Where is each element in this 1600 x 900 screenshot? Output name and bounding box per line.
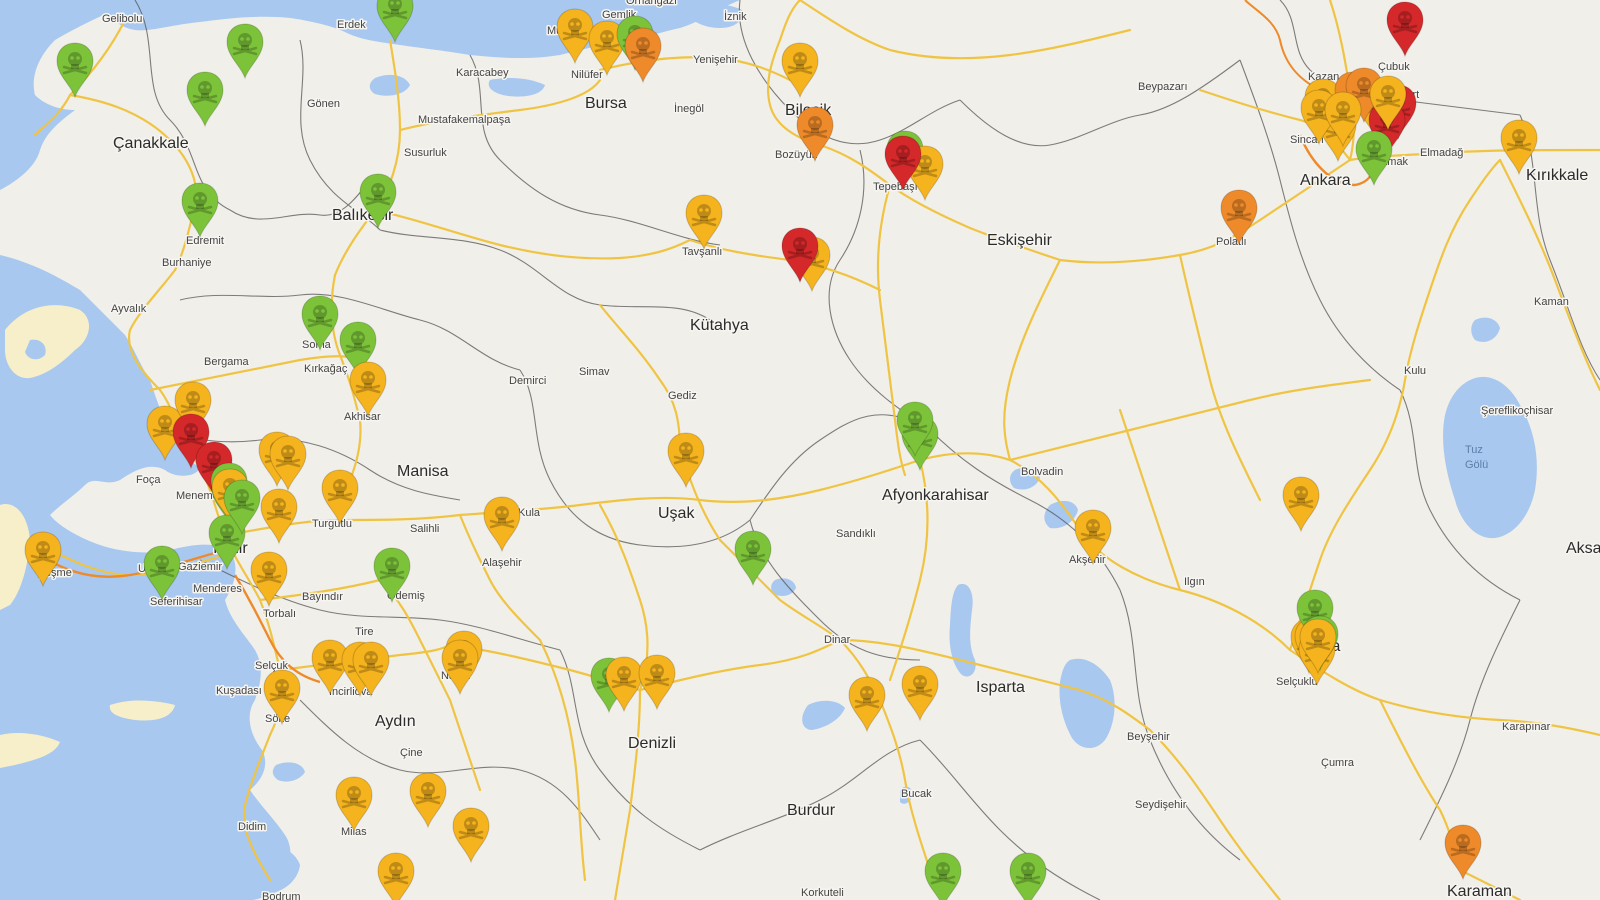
place-label: Sandıklı bbox=[836, 528, 876, 540]
place-label: Kuşadası bbox=[216, 685, 262, 697]
place-label: Tepebaşı bbox=[873, 181, 918, 193]
place-label: Mustafakemalpaşa bbox=[418, 114, 511, 126]
place-label: Burhaniye bbox=[162, 257, 212, 269]
map-canvas[interactable]: GeliboluErdekMudanyaGemlikOrhangaziİznik… bbox=[0, 0, 1600, 900]
place-label: Kaman bbox=[1534, 296, 1569, 308]
place-label: Uşak bbox=[658, 505, 695, 522]
place-label: Gölü bbox=[1465, 459, 1488, 471]
place-label: Dinar bbox=[824, 634, 851, 646]
place-label: Burdur bbox=[787, 802, 836, 819]
place-label: Şereflikoçhisar bbox=[1481, 405, 1553, 417]
place-label: Kulu bbox=[1404, 365, 1426, 377]
place-label: Torbalı bbox=[263, 608, 296, 620]
place-label: Foça bbox=[136, 474, 161, 486]
place-label: Erdek bbox=[337, 19, 366, 31]
place-label: Kırkağaç bbox=[304, 363, 348, 375]
place-label: Turgutlu bbox=[312, 518, 352, 530]
place-label: Karacabey bbox=[456, 67, 509, 79]
place-label: İznik bbox=[724, 10, 747, 23]
place-label: Yenişehir bbox=[693, 54, 738, 66]
place-label: Denizli bbox=[628, 735, 676, 752]
place-label: Salihli bbox=[410, 523, 439, 535]
place-label: Korkuteli bbox=[801, 887, 844, 899]
place-label: Selçuklu bbox=[1276, 676, 1318, 688]
place-label: Bursa bbox=[585, 95, 627, 112]
place-label: Didim bbox=[238, 821, 266, 833]
place-label: Simav bbox=[579, 366, 610, 378]
place-label: Menderes bbox=[193, 583, 242, 595]
place-label: Bayındır bbox=[302, 591, 343, 603]
place-label: Bergama bbox=[204, 356, 250, 368]
place-label: Beypazarı bbox=[1138, 81, 1188, 93]
place-label: Elmadağ bbox=[1420, 147, 1463, 159]
place-label: Afyonkarahisar bbox=[882, 487, 989, 504]
place-label: Kütahya bbox=[690, 317, 749, 334]
place-label: Manisa bbox=[397, 463, 449, 480]
place-label: Akşehir bbox=[1069, 554, 1106, 566]
place-label: Çumra bbox=[1321, 757, 1355, 769]
place-label: Seferihisar bbox=[150, 596, 203, 608]
place-label: Gediz bbox=[668, 390, 697, 402]
place-label: Aksaray bbox=[1566, 540, 1600, 557]
place-label: Çine bbox=[400, 747, 423, 759]
place-label: Eskişehir bbox=[987, 232, 1053, 249]
place-label: Aydın bbox=[375, 713, 416, 730]
place-label: Alaşehir bbox=[482, 557, 522, 569]
place-label: Ayvalık bbox=[111, 303, 147, 315]
place-label: İnegöl bbox=[674, 102, 704, 115]
place-label: Bolvadin bbox=[1021, 466, 1063, 478]
place-label: Ankara bbox=[1300, 172, 1351, 189]
place-label: Gaziemir bbox=[178, 561, 222, 573]
place-label: Orhangazi bbox=[626, 0, 677, 7]
place-label: Isparta bbox=[976, 679, 1025, 696]
place-label: Ilgın bbox=[1184, 576, 1205, 588]
place-label: Tuz bbox=[1465, 444, 1483, 456]
place-label: Bucak bbox=[901, 788, 932, 800]
place-label: Susurluk bbox=[404, 147, 447, 159]
place-label: Kula bbox=[518, 507, 541, 519]
place-label: Kırıkkale bbox=[1526, 167, 1588, 184]
place-label: Çubuk bbox=[1378, 61, 1410, 73]
place-label: Edremit bbox=[186, 235, 224, 247]
place-label: Gönen bbox=[307, 98, 340, 110]
place-label: Karaman bbox=[1447, 883, 1512, 900]
place-label: Tavşanlı bbox=[682, 246, 722, 258]
place-label: Tire bbox=[355, 626, 374, 638]
place-label: Bodrum bbox=[262, 891, 301, 900]
place-label: Demirci bbox=[509, 375, 546, 387]
place-label: Çanakkale bbox=[113, 135, 189, 152]
place-label: Beyşehir bbox=[1127, 731, 1170, 743]
place-label: Gelibolu bbox=[102, 13, 142, 25]
place-label: Nilüfer bbox=[571, 69, 603, 81]
place-label: Seydişehir bbox=[1135, 799, 1187, 811]
place-label: Akhisar bbox=[344, 411, 381, 423]
place-label: Karapınar bbox=[1502, 721, 1551, 733]
